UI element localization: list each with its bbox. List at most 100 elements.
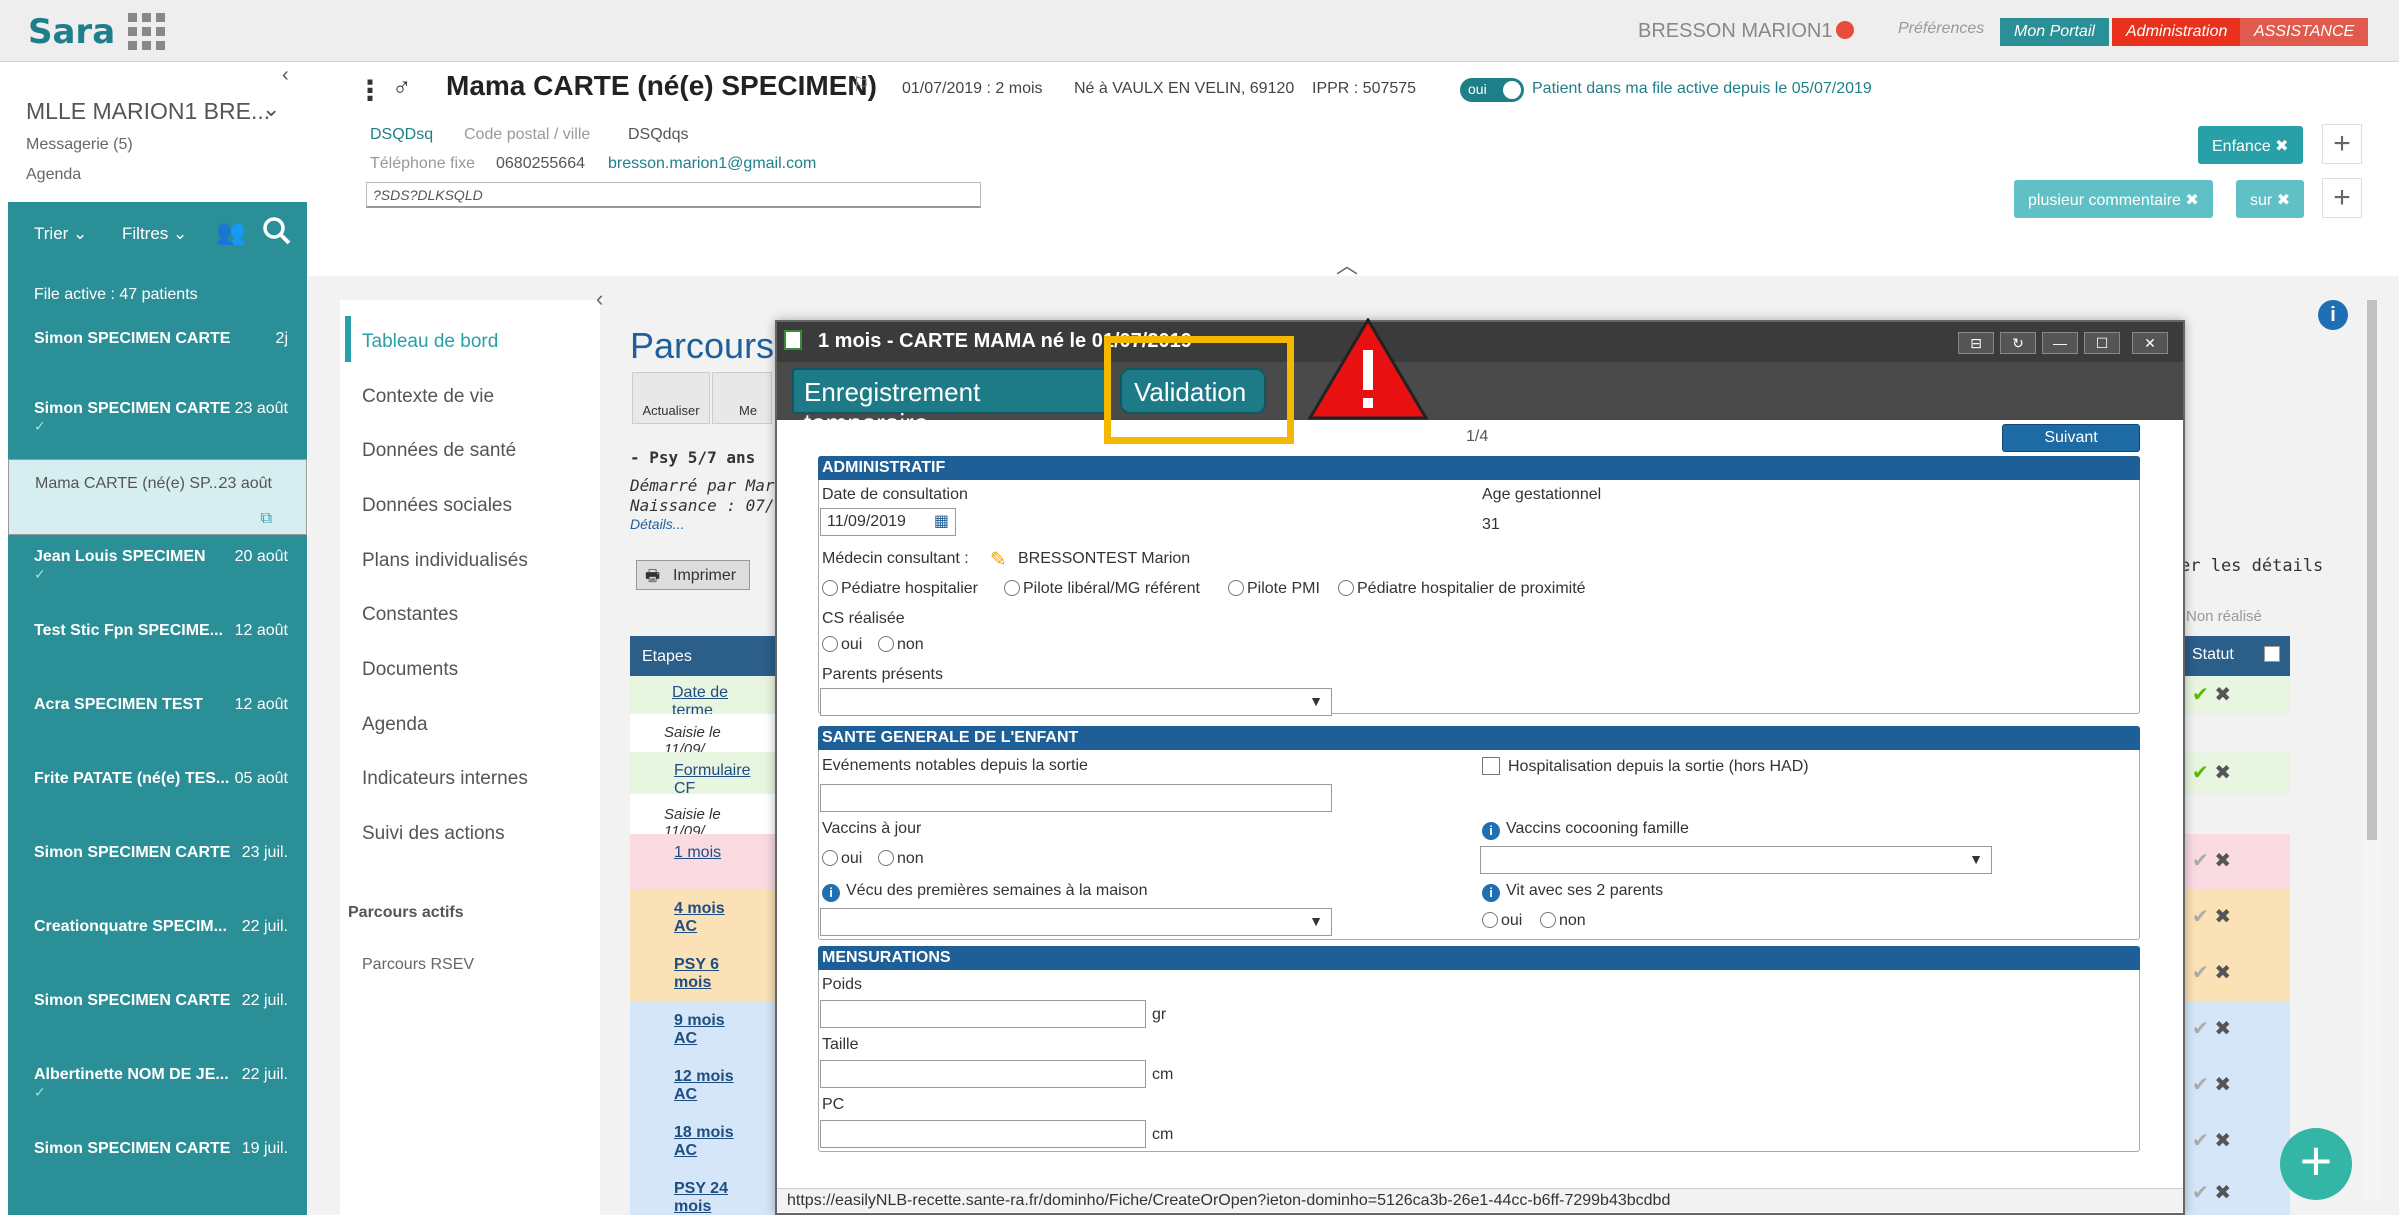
mon-portail-button[interactable]: Mon Portail xyxy=(2000,18,2109,46)
more-menu-icon[interactable]: ⋮ xyxy=(356,74,384,107)
parcours-rsev-link[interactable]: Parcours RSEV xyxy=(362,956,474,974)
preferences-link[interactable]: Préférences xyxy=(1898,20,1984,38)
chevron-down-icon[interactable]: ⌄ xyxy=(262,96,280,122)
step-row[interactable]: Formulaire CF xyxy=(630,752,790,797)
administration-button[interactable]: Administration xyxy=(2112,18,2242,46)
step-link[interactable]: 1 mois xyxy=(674,844,721,861)
step-link[interactable]: 4 mois AC xyxy=(674,900,725,935)
power-icon[interactable] xyxy=(1836,21,1855,39)
agenda-link[interactable]: Agenda xyxy=(26,166,81,184)
nav-documents[interactable]: Documents xyxy=(362,659,458,681)
vecu-select[interactable]: ▼ xyxy=(820,908,1332,936)
refresh-icon[interactable]: ↻ xyxy=(2000,332,2036,354)
close-icon[interactable]: ✖ xyxy=(2277,192,2290,209)
add-fab-button[interactable]: + xyxy=(2280,1128,2352,1200)
patient-list-item[interactable]: Simon SPECIMEN CARTE 23 août ✓ xyxy=(34,400,288,435)
nav-constantes[interactable]: Constantes xyxy=(362,604,458,626)
radio-button[interactable] xyxy=(878,850,894,866)
close-icon[interactable]: ✖ xyxy=(2275,138,2288,155)
step-link[interactable]: 18 mois AC xyxy=(674,1124,734,1159)
search-icon[interactable] xyxy=(262,216,292,246)
patient-list-item[interactable]: Albertinette NOM DE JE... 22 juil. ✓ xyxy=(34,1066,288,1101)
note-field[interactable]: ?SDS?DLKSQLD xyxy=(366,182,981,208)
step-row[interactable]: PSY 6 mois xyxy=(630,946,790,1002)
flag-icon[interactable]: ⚐ xyxy=(852,72,870,97)
nav-suivi-actions[interactable]: Suivi des actions xyxy=(362,823,505,845)
info-icon[interactable]: i xyxy=(1482,822,1500,840)
radio-button[interactable] xyxy=(1482,912,1498,928)
step-row[interactable]: 1 mois xyxy=(630,834,790,890)
next-button[interactable]: Suivant xyxy=(2002,424,2140,452)
step-row[interactable]: 9 mois AC xyxy=(630,1002,790,1058)
check-icon[interactable]: ✔ xyxy=(2192,906,2209,928)
nav-indicateurs[interactable]: Indicateurs internes xyxy=(362,768,528,790)
checkbox[interactable] xyxy=(1482,757,1500,775)
pencil-icon[interactable]: ✎ xyxy=(990,547,1007,572)
pin-icon[interactable]: ⊟ xyxy=(1958,332,1994,354)
temporary-save-button[interactable]: Enregistrement temporaire xyxy=(792,368,1106,438)
radio-button[interactable] xyxy=(1540,912,1556,928)
details-right-text[interactable]: er les détails xyxy=(2180,556,2323,576)
step-link[interactable]: 9 mois AC xyxy=(674,1012,725,1047)
non-realise-filter[interactable]: Non réalisé xyxy=(2186,608,2262,625)
info-icon[interactable]: i xyxy=(822,884,840,902)
sara-logo[interactable]: Sara xyxy=(28,12,115,52)
cross-icon[interactable]: ✖ xyxy=(2214,1074,2231,1096)
radio-button[interactable] xyxy=(1338,580,1354,596)
filters-dropdown[interactable]: Filtres ⌄ xyxy=(122,224,187,244)
check-icon[interactable]: ✔ xyxy=(2192,684,2209,706)
tag-sur[interactable]: sur ✖ xyxy=(2236,180,2305,218)
minimize-icon[interactable]: — xyxy=(2042,332,2078,354)
status-cell[interactable]: ✔ ✖ xyxy=(2180,890,2290,946)
me-button[interactable]: Me xyxy=(712,372,772,424)
cs-non-radio[interactable]: non xyxy=(878,636,924,654)
sort-dropdown[interactable]: Trier ⌄ xyxy=(34,224,87,244)
status-cell[interactable]: ✔ ✖ xyxy=(2180,676,2290,714)
parents-select[interactable]: ▼ xyxy=(820,688,1332,716)
status-cell[interactable]: ✔ ✖ xyxy=(2180,1170,2290,1215)
step-link[interactable]: PSY 24 mois xyxy=(674,1180,728,1215)
current-user[interactable]: BRESSON MARION1 xyxy=(1638,20,1855,43)
cocooning-select[interactable]: ▼ xyxy=(1480,846,1992,874)
active-file-toggle[interactable]: oui xyxy=(1460,78,1524,102)
cross-icon[interactable]: ✖ xyxy=(2214,1018,2231,1040)
radio-button[interactable] xyxy=(822,636,838,652)
apps-grid-icon[interactable] xyxy=(128,13,168,53)
radio-button[interactable] xyxy=(1228,580,1244,596)
cross-icon[interactable]: ✖ xyxy=(2214,1130,2231,1152)
role-radio[interactable]: Pédiatre hospitalier de proximité xyxy=(1338,580,1586,598)
add-patient-icon[interactable]: 👥 xyxy=(216,218,246,247)
refresh-button[interactable]: Actualiser xyxy=(632,372,710,424)
check-icon[interactable]: ✔ xyxy=(2192,1074,2209,1096)
cs-oui-radio[interactable]: oui xyxy=(822,636,862,654)
calendar-icon[interactable]: ▦ xyxy=(934,511,949,531)
add-comment-button[interactable]: + xyxy=(2322,178,2362,218)
open-external-icon[interactable]: ⧉ xyxy=(261,510,272,528)
collapse-sidebar-icon[interactable]: ‹ xyxy=(282,64,289,87)
patient-list-item-selected[interactable]: Mama CARTE (né(e) SP... 23 août ⧉ xyxy=(8,459,307,535)
patient-list-item[interactable]: Simon SPECIMEN CARTE 19 juil. xyxy=(34,1140,288,1158)
radio-button[interactable] xyxy=(822,580,838,596)
details-link[interactable]: Détails... xyxy=(630,516,684,532)
nav-tableau-de-bord[interactable]: Tableau de bord xyxy=(362,331,498,353)
sidebar-user-name[interactable]: MLLE MARION1 BRE... xyxy=(26,98,270,125)
events-input[interactable] xyxy=(820,784,1332,812)
cross-icon[interactable]: ✖ xyxy=(2214,850,2231,872)
cross-icon[interactable]: ✖ xyxy=(2214,906,2231,928)
step-link[interactable]: 12 mois AC xyxy=(674,1068,734,1103)
check-icon[interactable]: ✔ xyxy=(2192,1182,2209,1204)
step-row[interactable]: 12 mois AC xyxy=(630,1058,790,1114)
assistance-button[interactable]: ASSISTANCE xyxy=(2240,18,2369,46)
patient-list-item[interactable]: Simon SPECIMEN CARTE 23 juil. xyxy=(34,844,288,862)
tag-comment[interactable]: plusieur commentaire ✖ xyxy=(2014,180,2213,218)
nav-donnees-sociales[interactable]: Données sociales xyxy=(362,495,512,517)
email-link[interactable]: bresson.marion1@gmail.com xyxy=(608,155,816,173)
tag-enfance[interactable]: Enfance ✖ xyxy=(2198,126,2303,164)
role-radio[interactable]: Pédiatre hospitalier xyxy=(822,580,978,598)
check-icon[interactable]: ✔ xyxy=(2192,1130,2209,1152)
role-radio[interactable]: Pilote libéral/MG référent xyxy=(1004,580,1200,598)
patient-list-item[interactable]: Frite PATATE (né(e) TES... 05 août xyxy=(34,770,288,788)
patient-list-item[interactable]: Simon SPECIMEN CARTE 22 juil. xyxy=(34,992,288,1010)
check-icon[interactable]: ✔ xyxy=(2192,762,2209,784)
step-row[interactable]: 18 mois AC xyxy=(630,1114,790,1170)
